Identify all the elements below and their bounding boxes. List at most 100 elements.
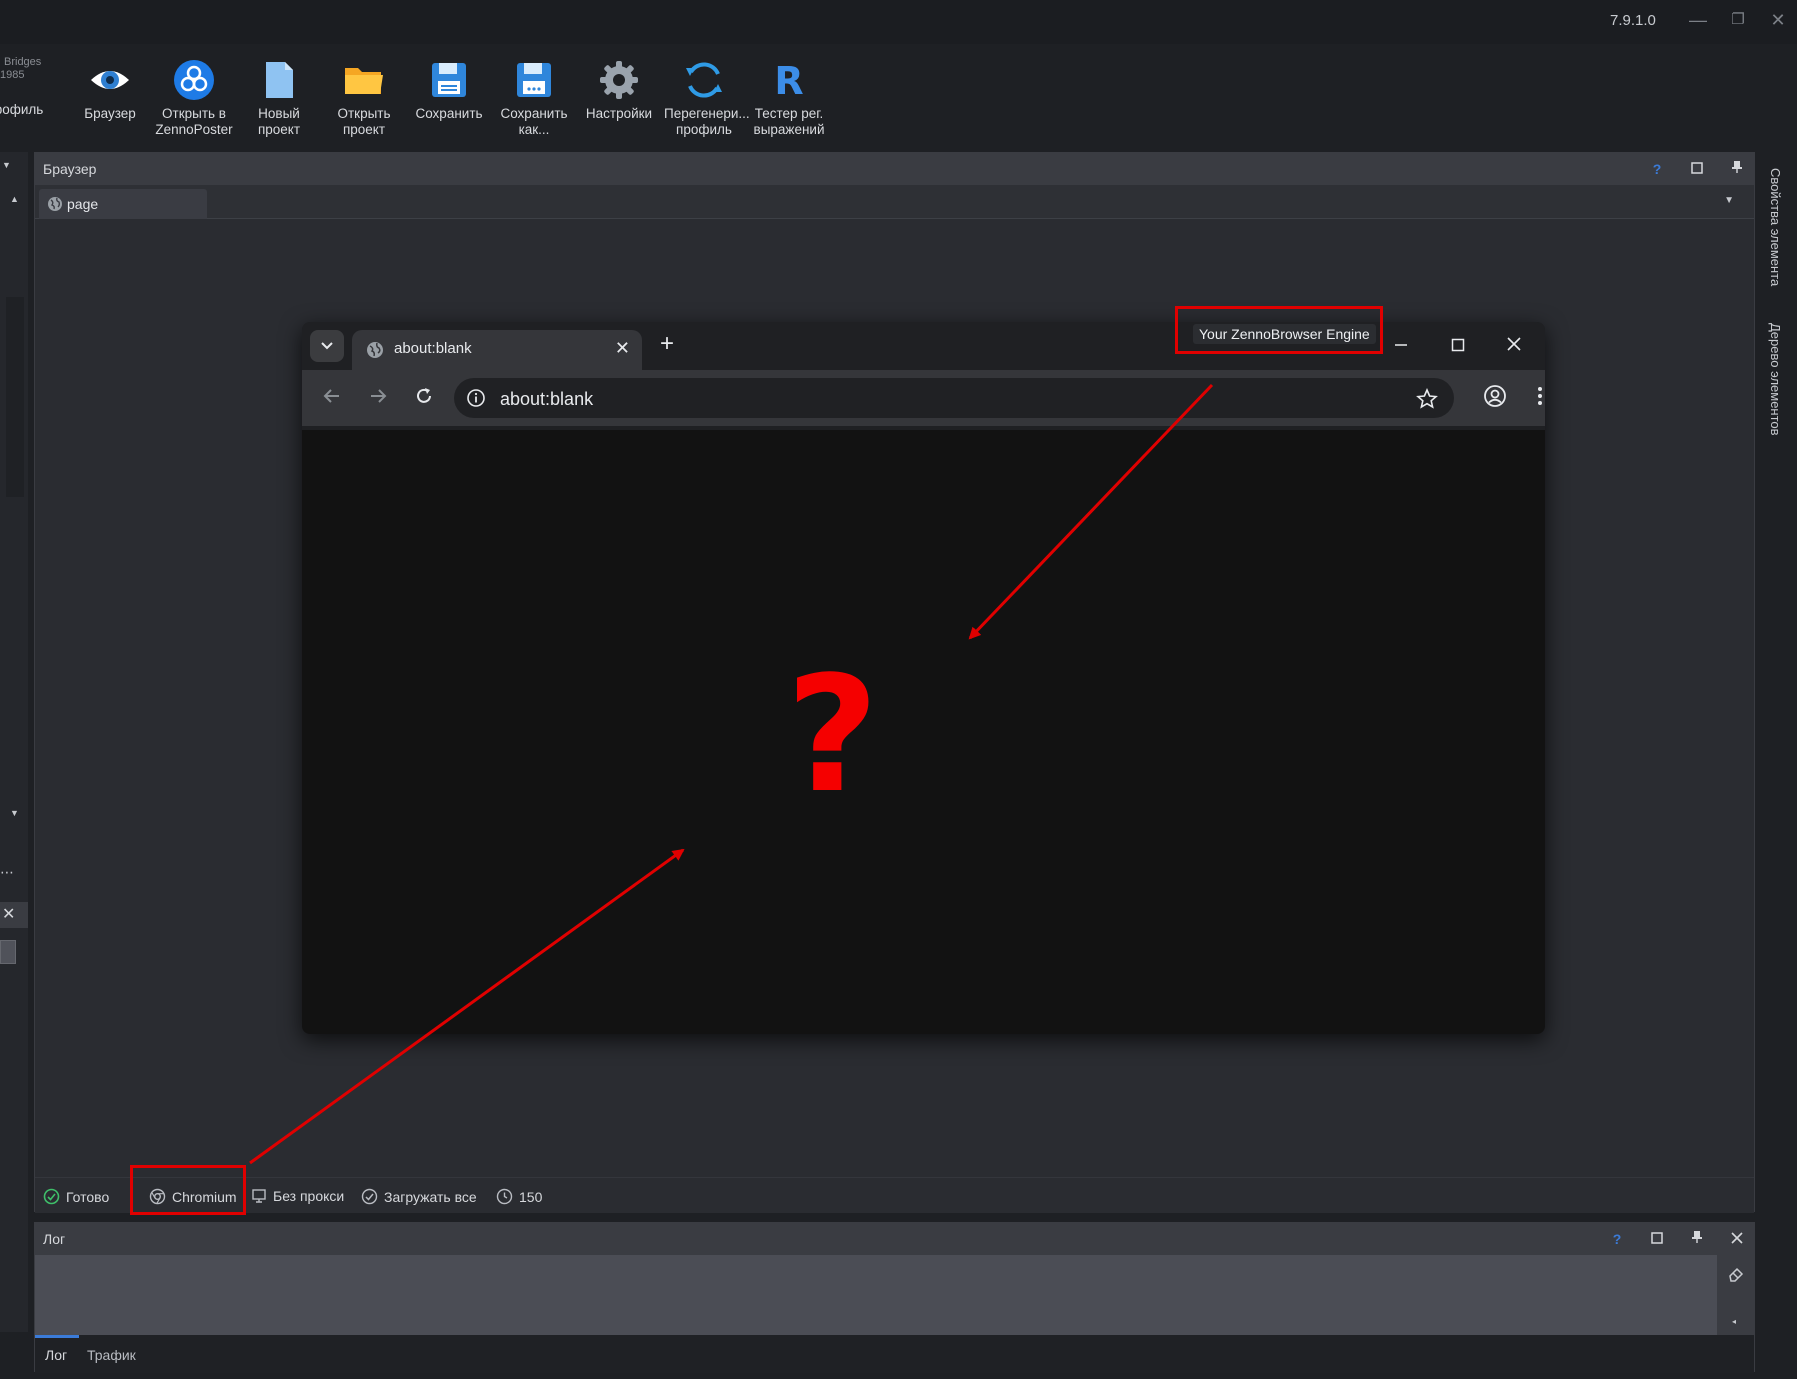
browser-button[interactable]: Браузер: [70, 58, 150, 122]
timeout-selector[interactable]: 150: [496, 1188, 542, 1205]
regenerate-profile-label: Перегенери... профиль: [664, 106, 750, 137]
globe-icon: [48, 197, 62, 211]
profile-name: Bridges: [4, 56, 42, 68]
arrow-left-icon: [323, 389, 339, 403]
new-project-button[interactable]: Новый проект: [239, 58, 319, 138]
regenerate-profile-button[interactable]: Перегенери... профиль: [664, 58, 750, 138]
profile-number: 1985: [0, 69, 25, 81]
close-icon[interactable]: ✕: [2, 904, 15, 924]
page-tab-label: page: [67, 196, 99, 212]
browser-panel-title: Браузер: [43, 161, 97, 177]
reload-icon: [417, 388, 431, 403]
zennoposter-icon: [174, 60, 214, 100]
help-icon[interactable]: ?: [1647, 159, 1667, 179]
log-pin-icon[interactable]: [1687, 1229, 1707, 1249]
globe-icon: [367, 342, 383, 358]
browser-button-label: Браузер: [84, 106, 136, 121]
status-ready: Готово: [43, 1188, 109, 1205]
folder-icon: [345, 68, 383, 94]
scroll-down-icon[interactable]: ▼: [10, 808, 19, 818]
open-project-label: Открыть проект: [337, 106, 391, 137]
log-close-icon[interactable]: [1727, 1229, 1747, 1249]
back-button[interactable]: [322, 386, 342, 412]
tab-search-button[interactable]: [310, 330, 344, 362]
scrollbar-thumb[interactable]: [6, 297, 24, 497]
element-properties-tab[interactable]: Свойства элемента: [1768, 168, 1783, 286]
settings-label: Настройки: [585, 106, 653, 121]
maximize-panel-icon[interactable]: [1687, 159, 1707, 179]
chrome-page-content[interactable]: [302, 430, 1545, 1034]
minimize-button[interactable]: —: [1684, 8, 1712, 32]
page-tab[interactable]: page: [39, 189, 207, 219]
eraser-icon[interactable]: [1727, 1265, 1745, 1283]
log-output-area[interactable]: [35, 1255, 1717, 1335]
profile-mini-info: Bridges 1985: [0, 56, 41, 82]
url-text[interactable]: about:blank: [500, 389, 593, 410]
settings-button[interactable]: Настройки: [579, 58, 659, 122]
close-button[interactable]: ✕: [1764, 8, 1792, 32]
chevron-down-icon[interactable]: ▼: [2, 160, 11, 170]
chromium-callout-box: [130, 1165, 246, 1215]
chrome-tab-title: about:blank: [394, 340, 472, 357]
left-panel-input[interactable]: [0, 940, 16, 964]
restore-button[interactable]: ❐: [1724, 8, 1752, 32]
title-bar: 7.9.1.0 — ❐ ✕: [0, 0, 1797, 44]
regex-icon: R: [774, 59, 803, 102]
tab-traffic[interactable]: Трафик: [87, 1347, 136, 1363]
arrow-right-icon: [371, 389, 387, 403]
chrome-menu-button[interactable]: [1528, 384, 1545, 414]
open-in-zennoposter-label: Открыть в ZennoPoster: [155, 106, 233, 137]
browser-status-bar: Готово Chromium Без прокси Загружать все…: [35, 1177, 1754, 1213]
log-maximize-icon[interactable]: [1647, 1229, 1667, 1249]
save-as-button[interactable]: Сохранить как...: [494, 58, 574, 138]
log-panel-title: Лог: [43, 1231, 66, 1247]
save-button[interactable]: Сохранить: [409, 58, 489, 122]
new-tab-button[interactable]: +: [660, 330, 674, 358]
reload-button[interactable]: [414, 386, 434, 412]
scroll-up-icon[interactable]: ▲: [10, 194, 19, 204]
open-project-button[interactable]: Открыть проект: [324, 58, 404, 138]
element-tree-tab[interactable]: Дерево элементов: [1768, 323, 1783, 436]
forward-button[interactable]: [368, 386, 388, 412]
chrome-minimize-button[interactable]: [1385, 332, 1417, 360]
load-mode-selector[interactable]: Загружать все: [361, 1188, 477, 1205]
account-circle-icon: [1484, 385, 1506, 407]
status-ready-label: Готово: [66, 1188, 110, 1205]
svg-text:R: R: [774, 59, 803, 102]
tab-log[interactable]: Лог: [45, 1347, 67, 1363]
pin-icon[interactable]: [1727, 159, 1747, 179]
load-mode-label: Загружать все: [384, 1188, 477, 1205]
address-bar[interactable]: about:blank: [454, 378, 1454, 418]
more-icon[interactable]: ⋯: [0, 864, 14, 881]
profile-button[interactable]: рофиль: [0, 102, 54, 118]
chrome-close-button[interactable]: [1498, 332, 1530, 360]
new-file-icon: [266, 62, 293, 98]
clock-icon: [496, 1188, 513, 1205]
log-panel: Лог ? ◂ Лог Трафик: [34, 1222, 1755, 1373]
regex-tester-button[interactable]: R Тестер рег. выражений: [749, 58, 829, 138]
profile-avatar-button[interactable]: [1483, 384, 1507, 414]
info-icon[interactable]: [466, 388, 486, 408]
check-icon: [361, 1188, 378, 1205]
monitor-icon: [252, 1189, 266, 1203]
star-icon[interactable]: [1416, 388, 1438, 410]
open-in-zennoposter-button[interactable]: Открыть в ZennoPoster: [154, 58, 234, 138]
profile-button-label: рофиль: [0, 102, 44, 117]
chrome-maximize-button[interactable]: [1442, 332, 1474, 360]
chrome-toolbar: about:blank: [302, 370, 1545, 426]
regenerate-icon: [686, 62, 722, 98]
floppy-as-icon: [517, 63, 551, 97]
timeout-label: 150: [519, 1188, 543, 1205]
engine-callout-label: Your ZennoBrowser Engine: [1193, 324, 1376, 344]
version-label: 7.9.1.0: [1610, 12, 1656, 29]
embedded-chrome-window: about:blank ✕ + about:blank: [302, 322, 1545, 1034]
log-panel-header: Лог ?: [35, 1223, 1754, 1255]
save-as-label: Сохранить как...: [500, 106, 568, 137]
tab-list-dropdown-icon[interactable]: ▼: [1724, 195, 1734, 206]
collapse-icon[interactable]: ◂: [1732, 1317, 1736, 1326]
chrome-tab[interactable]: about:blank ✕: [352, 330, 642, 370]
log-help-icon[interactable]: ?: [1607, 1229, 1627, 1249]
eye-icon: [91, 71, 129, 89]
proxy-selector[interactable]: Без прокси: [251, 1188, 344, 1204]
tab-close-icon[interactable]: ✕: [615, 338, 630, 359]
